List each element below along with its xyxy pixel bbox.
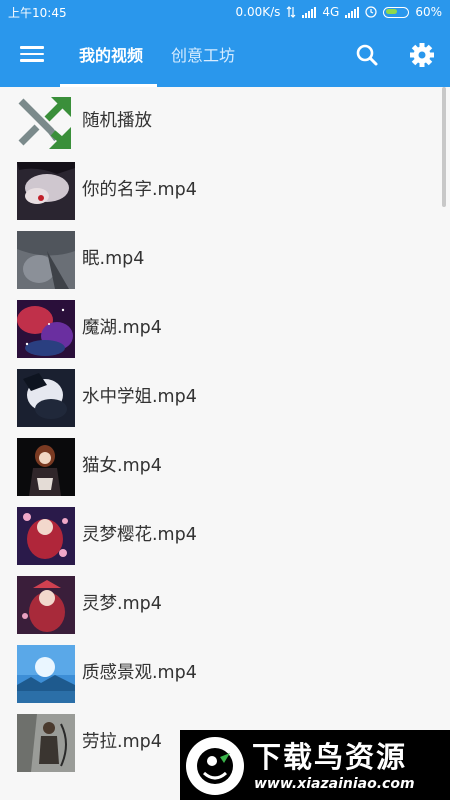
video-thumbnail [17,162,75,220]
video-thumbnail [17,438,75,496]
list-item-label: 魔湖.mp4 [82,318,162,338]
gear-icon [410,43,434,67]
battery-percent: 60% [415,5,442,19]
hamburger-menu-icon[interactable] [18,42,46,70]
bird-logo-icon [186,737,244,795]
settings-button[interactable] [405,38,439,72]
video-thumbnail [17,714,75,772]
search-button[interactable] [350,38,384,72]
signal-icon-2 [345,6,360,18]
video-item[interactable]: 质感景观.mp4 [0,639,450,708]
video-item[interactable]: 猫女.mp4 [0,432,450,501]
search-icon [356,44,378,66]
list-item-label: 劳拉.mp4 [82,732,162,752]
video-thumbnail [17,507,75,565]
video-thumbnail [17,231,75,289]
watermark-title: 下载鸟资源 [252,740,408,774]
video-item[interactable]: 你的名字.mp4 [0,156,450,225]
video-thumbnail [17,645,75,703]
network-type: 4G [322,5,340,19]
list-item-label: 水中学姐.mp4 [82,387,197,407]
video-item[interactable]: 眠.mp4 [0,225,450,294]
network-speed: 0.00K/s [235,5,281,19]
watermark-url: www.xiazainiao.com [254,776,415,792]
shuffle-play-item[interactable]: 随机播放 [0,87,450,156]
list-scrollbar[interactable] [442,87,446,207]
status-bar: 上午10:45 0.00K/s 4G 60% [0,0,450,24]
list-item-label: 灵梦樱花.mp4 [82,525,197,545]
signal-icon [302,6,317,18]
video-item[interactable]: 魔湖.mp4 [0,294,450,363]
list-item-label: 猫女.mp4 [82,456,162,476]
tab-creative-workshop[interactable]: 创意工坊 [171,24,235,87]
video-thumbnail [17,300,75,358]
video-thumbnail [17,576,75,634]
video-thumbnail [17,369,75,427]
alarm-icon [365,6,377,18]
status-time: 上午10:45 [8,5,67,20]
list-item-label: 质感景观.mp4 [82,663,197,683]
list-item-label: 灵梦.mp4 [82,594,162,614]
list-item-label: 随机播放 [82,111,152,131]
status-indicators: 0.00K/s 4G 60% [236,5,443,19]
battery-level-fill [386,9,398,14]
video-item[interactable]: 灵梦樱花.mp4 [0,501,450,570]
app-bar: 我的视频 创意工坊 [0,24,450,87]
shuffle-icon [18,97,71,149]
tab-my-videos[interactable]: 我的视频 [79,24,143,87]
battery-icon [383,6,410,18]
data-arrows-icon [286,6,296,18]
list-item-label: 眠.mp4 [82,249,145,269]
video-item[interactable]: 灵梦.mp4 [0,570,450,639]
list-item-label: 你的名字.mp4 [82,180,197,200]
video-item[interactable]: 水中学姐.mp4 [0,363,450,432]
watermark-banner: 下载鸟资源 www.xiazainiao.com [180,730,450,800]
video-list: 随机播放 你的名字.mp4 眠.mp4 魔湖.mp4 水中学姐.mp4 猫女.m… [0,87,450,777]
